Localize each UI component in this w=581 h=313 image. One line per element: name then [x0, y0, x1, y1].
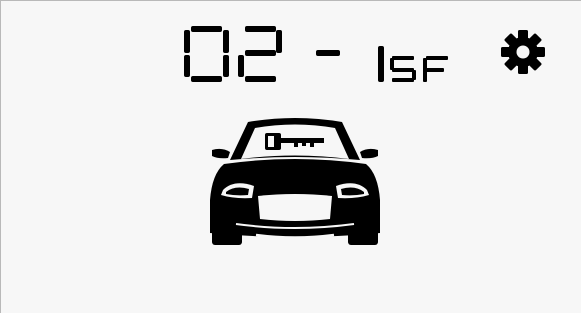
- segment-digit-zero: [184, 26, 229, 82]
- segment-digit-two: [238, 26, 282, 82]
- settings-button[interactable]: [489, 17, 556, 87]
- segment-letter-f: [423, 56, 448, 82]
- car-with-key-image: [206, 116, 384, 248]
- segment-letter-s: [390, 56, 416, 82]
- car-key-icon: [210, 118, 380, 245]
- device-screen: [0, 0, 581, 313]
- gear-icon: [500, 30, 545, 74]
- status-code-display: [179, 17, 471, 87]
- segment-digit-one: [378, 46, 384, 82]
- segment-dash: [316, 50, 340, 56]
- segment-digits: [184, 26, 448, 82]
